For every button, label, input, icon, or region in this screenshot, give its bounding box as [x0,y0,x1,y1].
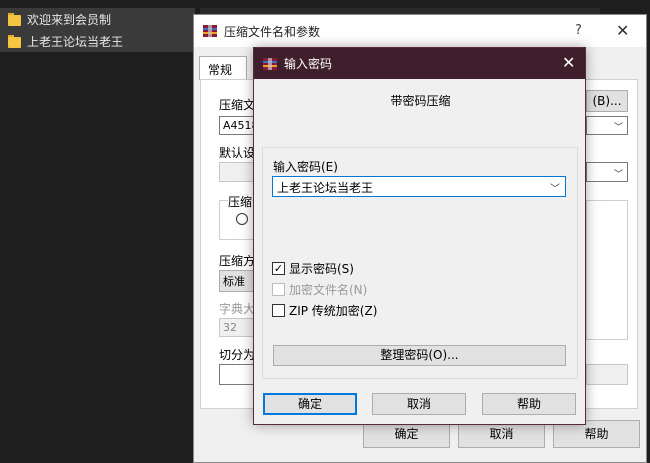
help-button[interactable]: 帮助 [482,393,576,415]
enter-password-titlebar: 输入密码 ✕ [254,48,585,79]
file-list-item-label: 欢迎来到会员制 [27,12,112,27]
dict-size-label: 字典大 [219,302,256,316]
dialog-subtitle: 带密码压缩 [390,94,451,108]
archive-name-dropdown[interactable]: ﹀ [586,116,628,135]
zip-legacy-encryption-checkbox[interactable]: ZIP 传统加密(Z) [272,302,377,319]
compress-method-label: 压缩方 [219,254,256,268]
ok-button[interactable]: 确定 [263,393,357,415]
folder-icon [8,34,21,48]
checkmark-icon: ✓ [272,262,285,275]
password-value: 上老王论坛当老王 [277,181,374,195]
help-icon[interactable]: ? [575,23,582,38]
winrar-icon [203,25,217,37]
tab-general[interactable]: 常规 [199,56,247,80]
archive-params-title: 压缩文件名和参数 [224,24,321,39]
compress-format-label: 压缩 [228,193,253,210]
folder-icon [8,12,21,26]
archive-params-titlebar: 压缩文件名和参数 ? ✕ [194,15,646,47]
show-password-checkbox[interactable]: ✓ 显示密码(S) [272,260,354,277]
show-password-label: 显示密码(S) [289,262,354,276]
checkbox-empty-icon [272,304,285,317]
options-groupbox-stub [586,200,628,340]
browse-button[interactable]: (B)... [586,90,628,112]
organize-passwords-button[interactable]: 整理密码(O)... [273,345,566,366]
chevron-down-icon[interactable]: ﹀ [550,180,560,195]
close-icon[interactable]: ✕ [616,21,629,40]
encrypt-filenames-checkbox[interactable]: 加密文件名(N) [272,281,367,298]
close-icon[interactable]: ✕ [562,53,575,72]
format-radio[interactable] [236,213,248,225]
set-password-button-stub[interactable] [586,364,628,385]
chevron-down-icon: ﹀ [613,123,623,133]
enter-password-title: 输入密码 [284,57,333,71]
checkbox-empty-icon [272,283,285,296]
file-list: 欢迎来到会员制 上老王论坛当老王 [0,8,195,52]
encrypt-filenames-label: 加密文件名(N) [289,283,368,297]
enter-password-dialog: 输入密码 ✕ 带密码压缩 输入密码(E) 上老王论坛当老王 ﹀ ✓ 显示密码(S… [253,47,586,425]
split-volume-label: 切分为 [219,348,256,362]
update-mode-dropdown[interactable]: ﹀ [586,162,628,182]
password-input[interactable]: 上老王论坛当老王 ﹀ [272,176,566,197]
file-list-item-label: 上老王论坛当老王 [27,34,124,49]
zip-legacy-encryption-label: ZIP 传统加密(Z) [289,304,378,318]
cancel-button[interactable]: 取消 [372,393,466,415]
default-profile-label: 默认设 [219,146,256,160]
winrar-icon [263,57,277,70]
password-label: 输入密码(E) [273,160,338,174]
file-list-item[interactable]: 欢迎来到会员制 [0,8,195,30]
chevron-down-icon: ﹀ [613,170,623,180]
archive-name-label: 压缩文 [219,98,256,112]
file-list-item[interactable]: 上老王论坛当老王 [0,30,195,52]
